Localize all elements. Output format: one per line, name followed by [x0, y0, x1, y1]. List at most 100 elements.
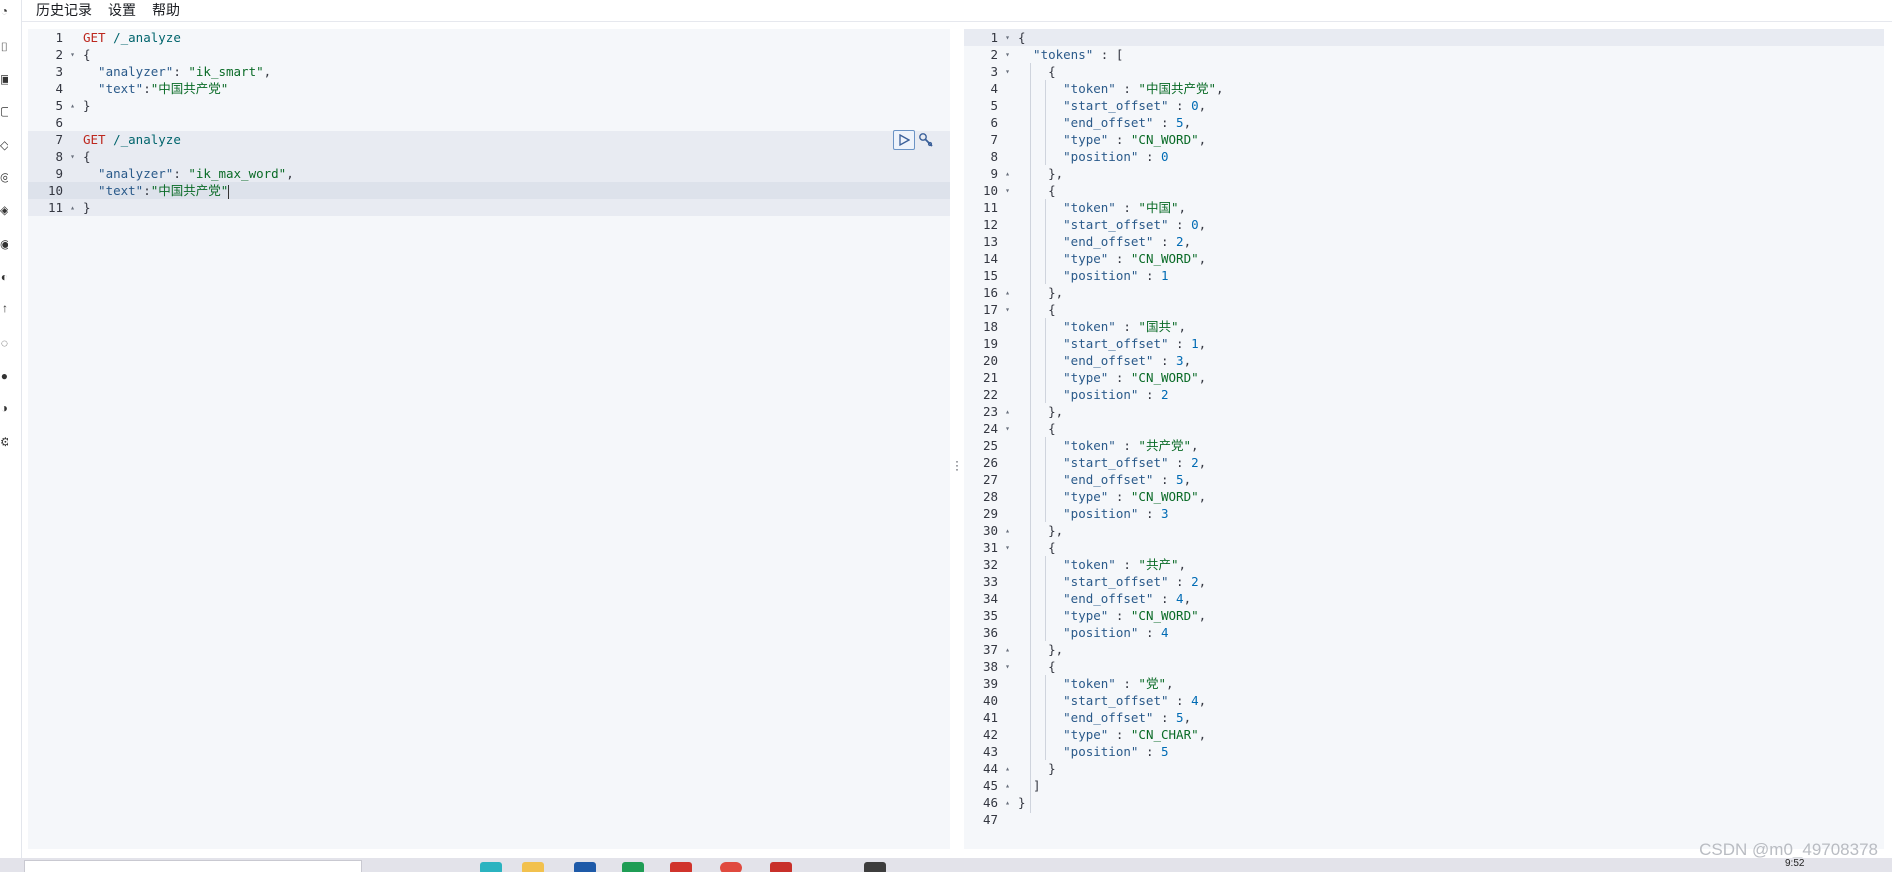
line-number-label: 5: [55, 98, 63, 113]
request-editor[interactable]: 1 2 ▾ 3 4 5 ▴ 6 7 8 ▾ 9 10 11 ▴ GET /_analyze{ "analyz…: [28, 29, 950, 849]
fold-close-icon[interactable]: ▴: [1005, 165, 1010, 182]
code-token: "type": [1018, 608, 1109, 623]
response-line-number: 19: [964, 335, 1014, 352]
line-number-label: 5: [990, 98, 998, 113]
nav-strip-icon[interactable]: ◑: [0, 401, 8, 415]
line-number-label: 47: [982, 812, 998, 827]
taskbar-app-icon[interactable]: [574, 862, 596, 872]
line-number-label: 12: [982, 217, 998, 232]
fold-open-icon[interactable]: ▾: [1005, 301, 1010, 318]
request-line-number: 5 ▴: [28, 97, 79, 114]
request-code-line: GET /_analyze: [79, 131, 950, 148]
code-token: "start_offset": [1018, 98, 1169, 113]
response-code-line: "end_offset" : 3,: [1014, 352, 1884, 369]
request-code-line: [79, 114, 950, 131]
taskbar-app-icon[interactable]: [770, 862, 792, 872]
request-line-number: 9: [28, 165, 79, 182]
fold-open-icon[interactable]: ▾: [70, 148, 75, 165]
dev-tools-console: ◔ ⌷ ▣ ▢ ◇ ◎ ◈ ◉ ◐ ↑ ◌ ● ◑ ⚙ 历史记录 设置 帮助 1 2 ▾ 3 4 5 ▴ 6 7 8 ▾ 9 10…: [0, 0, 1892, 872]
taskbar-browser-icon[interactable]: [720, 862, 742, 872]
code-token: 4: [1176, 591, 1184, 606]
code-token: ,: [1178, 200, 1187, 215]
code-token: "token": [1018, 81, 1116, 96]
fold-close-icon[interactable]: ▴: [70, 97, 75, 114]
taskbar-app-icon[interactable]: [480, 862, 502, 872]
fold-close-icon[interactable]: ▴: [1005, 794, 1010, 811]
nav-strip-icon[interactable]: ◔: [0, 4, 8, 18]
taskbar-search-input[interactable]: [24, 860, 362, 872]
nav-strip-icon[interactable]: ◈: [0, 203, 8, 217]
run-request-button[interactable]: [893, 130, 915, 150]
menu-settings[interactable]: 设置: [108, 2, 136, 18]
fold-close-icon[interactable]: ▴: [1005, 284, 1010, 301]
line-number-label: 30: [982, 523, 998, 538]
nav-strip-icon[interactable]: ◇: [0, 138, 8, 152]
code-token: "position": [1018, 625, 1139, 640]
code-token: :: [1153, 472, 1177, 487]
fold-open-icon[interactable]: ▾: [1005, 658, 1010, 675]
request-code-area[interactable]: GET /_analyze{ "analyzer": "ik_smart", "…: [79, 29, 950, 849]
code-token: },: [1018, 166, 1064, 181]
nav-strip-icon[interactable]: ▢: [0, 104, 8, 118]
taskbar-app-icon[interactable]: [670, 862, 692, 872]
nav-strip-icon[interactable]: ▣: [0, 72, 8, 86]
nav-strip-icon[interactable]: ◎: [0, 170, 8, 184]
response-code-line: "token" : "中国共产党",: [1014, 80, 1884, 97]
fold-open-icon[interactable]: ▾: [1005, 182, 1010, 199]
fold-open-icon[interactable]: ▾: [1005, 539, 1010, 556]
nav-strip-icon[interactable]: ⌷: [0, 40, 8, 54]
request-line-number: 10: [28, 182, 79, 199]
request-line-number: 7: [28, 131, 79, 148]
fold-close-icon[interactable]: ▴: [1005, 403, 1010, 420]
taskbar-terminal-icon[interactable]: [864, 862, 886, 872]
nav-strip-icon[interactable]: ↑: [0, 301, 8, 315]
nav-strip-icon[interactable]: ◉: [0, 237, 8, 251]
request-code-line: {: [79, 148, 950, 165]
response-code-line: "start_offset" : 1,: [1014, 335, 1884, 352]
taskbar-folder-icon[interactable]: [522, 862, 544, 872]
line-number-label: 41: [982, 710, 998, 725]
code-token: 2: [1191, 455, 1199, 470]
fold-open-icon[interactable]: ▾: [1005, 46, 1010, 63]
fold-open-icon[interactable]: ▾: [70, 46, 75, 63]
code-token: ,: [1198, 608, 1207, 623]
fold-open-icon[interactable]: ▾: [1005, 29, 1010, 46]
menu-help[interactable]: 帮助: [152, 2, 180, 18]
nav-strip-icon[interactable]: ●: [0, 369, 8, 383]
response-line-number: 24 ▾: [964, 420, 1014, 437]
code-token: "start_offset": [1018, 336, 1169, 351]
fold-close-icon[interactable]: ▴: [70, 199, 75, 216]
fold-close-icon[interactable]: ▴: [1005, 760, 1010, 777]
request-options-button[interactable]: [917, 130, 935, 150]
nav-strip-icon[interactable]: ◐: [0, 270, 8, 284]
fold-close-icon[interactable]: ▴: [1005, 522, 1010, 539]
fold-open-icon[interactable]: ▾: [1005, 63, 1010, 80]
nav-strip-icon[interactable]: ◌: [0, 336, 8, 350]
line-number-label: 19: [982, 336, 998, 351]
code-token: :: [1115, 557, 1139, 572]
line-number-label: 43: [982, 744, 998, 759]
code-token: {: [1018, 64, 1056, 79]
line-number-label: 22: [982, 387, 998, 402]
line-number-label: 4: [990, 81, 998, 96]
nav-strip-icon[interactable]: ⚙: [0, 435, 8, 449]
code-token: "end_offset": [1018, 710, 1154, 725]
fold-close-icon[interactable]: ▴: [1005, 641, 1010, 658]
response-code-line: {: [1014, 29, 1884, 46]
taskbar-app-icon[interactable]: [622, 862, 644, 872]
request-code-line: "analyzer": "ik_max_word",: [79, 165, 950, 182]
fold-close-icon[interactable]: ▴: [1005, 777, 1010, 794]
code-token: "text": [83, 183, 144, 198]
fold-open-icon[interactable]: ▾: [1005, 420, 1010, 437]
response-line-number: 8: [964, 148, 1014, 165]
pane-splitter[interactable]: · · ·: [950, 29, 964, 849]
menu-history[interactable]: 历史记录: [36, 2, 92, 18]
response-line-number: 29: [964, 505, 1014, 522]
response-line-number: 3 ▾: [964, 63, 1014, 80]
response-viewer[interactable]: 1 ▾ 2 ▾ 3 ▾ 4 5 6 7 8 9 ▴ 10 ▾ 11 12 13 14 15 16 ▴ 17 ▾ 18 19 20 21…: [964, 29, 1884, 849]
code-token: ,: [1198, 574, 1207, 589]
code-token: "党": [1138, 676, 1166, 691]
line-number-label: 10: [982, 183, 998, 198]
line-number-label: 3: [55, 64, 63, 79]
response-code-line: }: [1014, 794, 1884, 811]
